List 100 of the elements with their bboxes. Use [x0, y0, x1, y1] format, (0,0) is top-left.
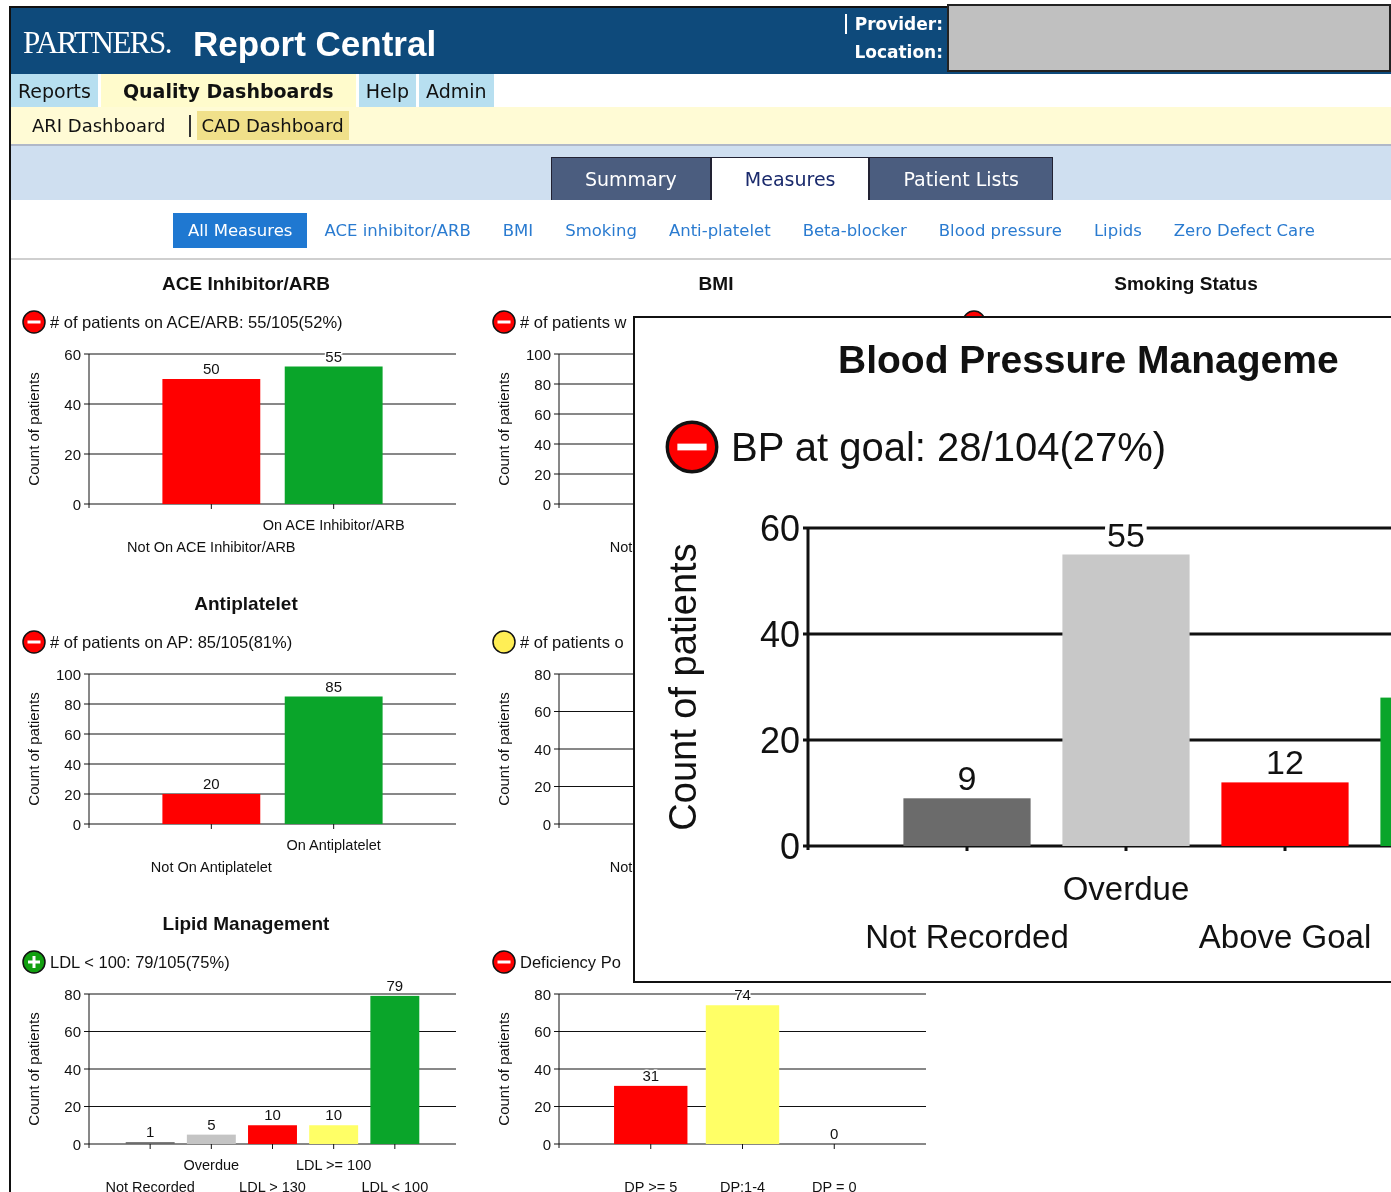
measure-filter[interactable]: BMI [487, 212, 549, 248]
axis-title: Count of patients [494, 692, 512, 806]
logo: PARTNERS. [23, 25, 172, 61]
category-label: Overdue [1062, 870, 1190, 907]
value-label: 12 [1266, 743, 1304, 782]
measure-filter[interactable]: All Measures [173, 212, 308, 248]
tick-label: 60 [64, 345, 81, 363]
chart-summary: # of patients o [520, 632, 624, 652]
category-label: DP >= 5 [624, 1179, 678, 1192]
category-label: On ACE Inhibitor/ARB [262, 517, 405, 533]
axis-title: Count of patients [24, 1012, 42, 1126]
measure-filter[interactable]: Zero Defect Care [1158, 212, 1330, 248]
category-label: Not [609, 539, 633, 555]
measure-filter[interactable]: Blood pressure [923, 212, 1077, 248]
value-label: 85 [325, 677, 342, 695]
tick-label: 80 [64, 695, 81, 713]
tick-label: 80 [64, 985, 81, 1003]
tick-label: 40 [534, 435, 551, 453]
tick-label: 80 [534, 375, 551, 393]
tick-label: 40 [759, 613, 800, 655]
value-label: 31 [642, 1066, 660, 1084]
tick-label: 40 [64, 1060, 81, 1078]
tick-label: 60 [64, 1023, 81, 1040]
app-title: Report Central [193, 24, 437, 64]
menu-item[interactable]: Help [358, 74, 416, 107]
tick-label: 60 [534, 405, 551, 423]
tick-label: 0 [72, 1135, 81, 1153]
value-label: 50 [203, 360, 220, 377]
submenu-item[interactable]: ARI Dashboard [27, 111, 171, 140]
axis-title: Count of patients [494, 372, 512, 486]
tick-label: 40 [64, 755, 81, 773]
value-label: 10 [325, 1106, 342, 1124]
tick-label: 20 [759, 719, 800, 761]
value-label: 5 [207, 1115, 216, 1133]
chart-title: Antiplatelet [194, 593, 298, 614]
chart-title: Smoking Status [1114, 273, 1258, 294]
tick-label: 0 [72, 815, 81, 833]
tick-label: 60 [64, 725, 81, 743]
category-label: Not Recorded [105, 1179, 195, 1192]
value-label: 74 [734, 986, 751, 1004]
category-label: Not [609, 859, 633, 875]
bar [309, 1125, 359, 1144]
value-label: 0 [830, 1125, 839, 1142]
provider-label: Provider: [844, 14, 943, 34]
chart-title: BMI [698, 273, 734, 294]
menu-item[interactable]: Reports [11, 74, 98, 107]
measure-filter[interactable]: Beta-blocker [787, 212, 922, 248]
axis-title: Count of patients [24, 372, 42, 486]
tick-label: 0 [779, 825, 800, 867]
tick-label: 80 [534, 985, 551, 1003]
view-tab[interactable]: Measures [710, 157, 870, 200]
tick-label: 20 [534, 1098, 551, 1115]
bar [186, 1134, 236, 1144]
axis-title: Count of patients [24, 692, 42, 806]
category-label: LDL > 130 [239, 1179, 306, 1192]
chart-summary: Deficiency Po [520, 952, 621, 972]
measure-filter[interactable]: Anti-platelet [653, 212, 786, 248]
category-label: On Antiplatelet [286, 837, 381, 853]
tick-label: 80 [534, 665, 551, 683]
measure-filter[interactable]: ACE inhibitor/ARB [309, 212, 486, 248]
tick-label: 20 [64, 445, 81, 463]
axis-title: Count of patients [494, 1012, 512, 1126]
chart-title: ACE Inhibitor/ARB [162, 273, 330, 294]
chart-summary: LDL < 100: 79/105(75%) [50, 952, 230, 972]
tick-label: 20 [64, 1098, 81, 1115]
value-label: 1 [146, 1123, 155, 1141]
tick-label: 60 [534, 703, 551, 720]
category-label: DP:1-4 [719, 1179, 766, 1192]
axis-title: Count of patients [662, 543, 704, 831]
chart-title: Lipid Management [162, 913, 330, 934]
bar [248, 1125, 297, 1144]
view-tab[interactable]: Summary [551, 157, 711, 200]
tick-label: 100 [55, 665, 81, 683]
tick-label: 40 [534, 1060, 551, 1078]
view-tab[interactable]: Patient Lists [869, 157, 1053, 200]
measure-filter[interactable]: Smoking [550, 212, 652, 248]
tick-label: 0 [72, 495, 81, 513]
tick-label: 20 [64, 785, 81, 803]
value-label: 10 [264, 1106, 281, 1124]
menu-item[interactable]: Admin [419, 74, 494, 107]
category-label: LDL >= 100 [296, 1157, 372, 1173]
measure-filter[interactable]: Lipids [1078, 212, 1157, 248]
category-label: LDL < 100 [361, 1179, 429, 1192]
popup-title: Blood Pressure Manageme [838, 338, 1339, 381]
category-label: Not On ACE Inhibitor/ARB [127, 539, 296, 555]
submenu-item[interactable]: CAD Dashboard [196, 111, 349, 140]
tick-label: 40 [64, 395, 81, 413]
value-label: 20 [203, 775, 220, 792]
tick-label: 100 [525, 345, 551, 363]
chart-summary: # of patients on AP: 85/105(81%) [50, 632, 293, 652]
chart-summary: # of patients w [520, 312, 627, 332]
category-label: DP = 0 [812, 1179, 857, 1192]
value-label: 9 [957, 759, 977, 798]
tick-label: 0 [542, 495, 551, 513]
chart-summary: # of patients on ACE/ARB: 55/105(52%) [50, 312, 343, 332]
category-label: Overdue [183, 1157, 240, 1173]
menu-item[interactable]: Quality Dashboards [100, 74, 356, 107]
tick-label: 20 [534, 778, 551, 795]
location-label: Location: [854, 42, 943, 62]
value-label: 79 [386, 980, 404, 994]
